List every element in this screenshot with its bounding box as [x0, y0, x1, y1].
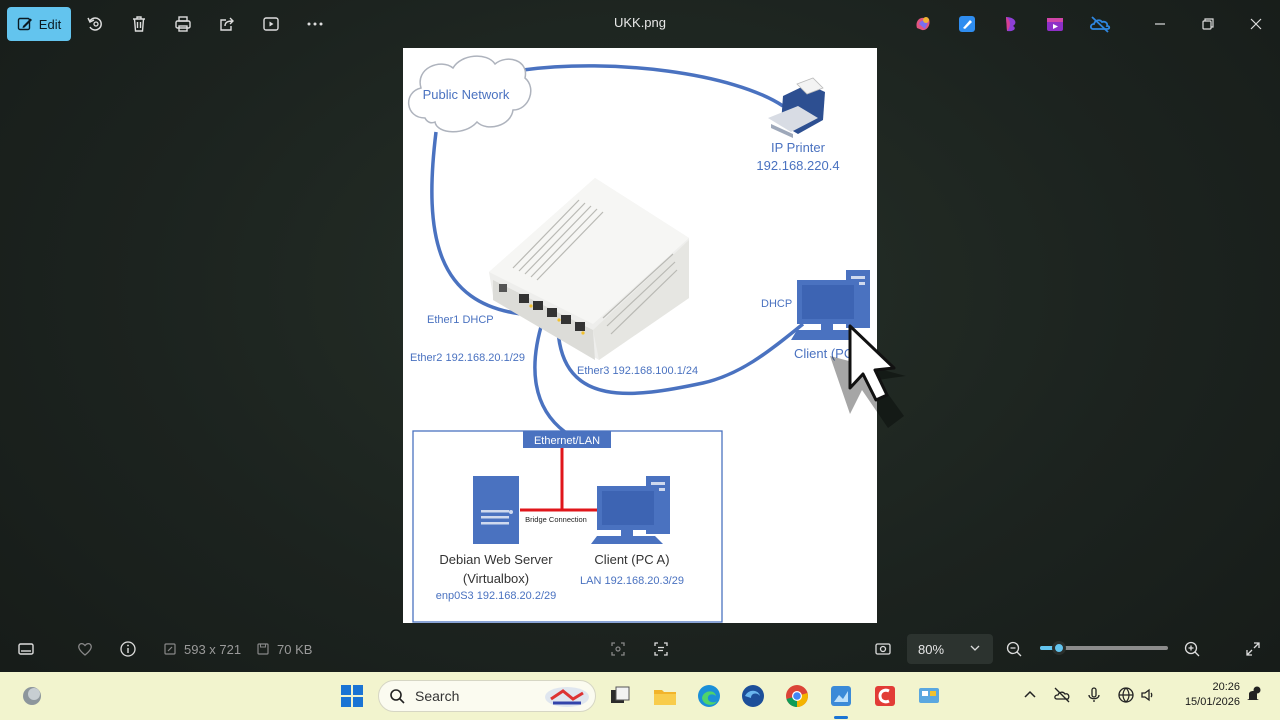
start-icon[interactable]: [338, 682, 366, 710]
microphone-icon[interactable]: [1085, 686, 1103, 704]
printer-ip: 192.168.220.4: [756, 158, 839, 173]
zoom-slider[interactable]: [1040, 641, 1168, 655]
network-icon[interactable]: [1117, 686, 1135, 704]
chevron-up-icon[interactable]: [1021, 686, 1039, 704]
chrome-icon[interactable]: [783, 682, 811, 710]
onedrive-sync-icon[interactable]: [1053, 686, 1071, 704]
edit-label: Edit: [38, 16, 62, 32]
network-diagram-image[interactable]: Public Network IP Printer 192.168.220.4: [403, 48, 877, 623]
print-icon[interactable]: [171, 12, 195, 36]
edge-icon[interactable]: [695, 682, 723, 710]
text-scan-icon[interactable]: [652, 639, 670, 659]
lan-box-label: Ethernet/LAN: [534, 435, 600, 447]
slideshow-icon[interactable]: [259, 12, 283, 36]
file-explorer-icon[interactable]: [651, 682, 679, 710]
minimize-icon[interactable]: [1148, 12, 1172, 36]
weather-widget-icon[interactable]: [21, 685, 43, 707]
zoom-slider-thumb[interactable]: [1052, 641, 1067, 655]
rotate-icon[interactable]: [83, 12, 107, 36]
fullscreen-icon[interactable]: [1244, 639, 1262, 659]
red-app-icon[interactable]: [871, 682, 899, 710]
server-label-1: Debian Web Server: [439, 552, 553, 567]
file-size-text: 70 KB: [277, 641, 313, 657]
search-icon: [390, 689, 405, 704]
copilot-icon[interactable]: [913, 14, 933, 34]
clipchamp-icon[interactable]: [1001, 14, 1021, 34]
printer-label: IP Printer: [771, 140, 826, 155]
favorite-icon[interactable]: [76, 639, 94, 659]
windows-taskbar: Search 20:26 15/01/2026: [0, 672, 1280, 720]
designer-icon[interactable]: [957, 14, 977, 34]
zoom-value: 80%: [918, 641, 945, 657]
delete-icon[interactable]: [127, 12, 151, 36]
clock-time: 20:26: [1212, 681, 1240, 693]
server-icon: [473, 476, 519, 544]
zoom-dropdown[interactable]: 80%: [907, 634, 993, 664]
onedrive-icon[interactable]: [1089, 14, 1111, 34]
task-view-icon[interactable]: [606, 682, 634, 710]
taskbar-clock[interactable]: 20:26 15/01/2026: [1170, 680, 1240, 710]
edit-button[interactable]: Edit: [7, 7, 71, 41]
taskbar-search[interactable]: Search: [378, 680, 596, 712]
share-icon[interactable]: [215, 12, 239, 36]
control-panel-icon[interactable]: [915, 682, 943, 710]
cable-cloud-printer: [522, 64, 784, 108]
bottom-bar: 593 x 721 70 KB 80%: [0, 626, 1280, 672]
ether3-label: Ether3 192.168.100.1/24: [577, 365, 698, 377]
ether2-label: Ether2 192.168.20.1/29: [410, 352, 525, 364]
edit-icon: [17, 17, 32, 31]
fit-to-window-icon[interactable]: [874, 639, 892, 659]
printer-icon: [768, 77, 825, 138]
app-swirl-icon[interactable]: [739, 682, 767, 710]
top-toolbar: Edit UKK.png: [0, 0, 1280, 48]
client-a-ip: LAN 192.168.20.3/29: [580, 575, 684, 587]
close-icon[interactable]: [1244, 12, 1268, 36]
server-ip: enp0S3 192.168.20.2/29: [436, 590, 557, 602]
dimensions-text: 593 x 721: [184, 641, 242, 657]
active-app-indicator: [834, 716, 848, 719]
video-editor-icon[interactable]: [1045, 14, 1065, 34]
notification-icon[interactable]: [1244, 686, 1262, 704]
save-icon: [257, 643, 269, 655]
dhcp-label: DHCP: [761, 298, 792, 310]
file-size-info: 70 KB: [255, 639, 312, 659]
network-diagram: Public Network IP Printer 192.168.220.4: [407, 55, 870, 623]
router-icon: [489, 178, 689, 360]
dimensions-info: 593 x 721: [162, 639, 241, 659]
zoom-in-icon[interactable]: [1183, 639, 1201, 659]
restore-icon[interactable]: [1196, 12, 1220, 36]
filmstrip-icon[interactable]: [17, 639, 35, 659]
mouse-cursor-icon: [830, 324, 906, 428]
search-highlight-icon: [545, 687, 589, 707]
photos-icon[interactable]: [827, 682, 855, 710]
zoom-out-icon[interactable]: [1005, 639, 1023, 659]
info-icon[interactable]: [119, 639, 137, 659]
chevron-down-icon: [970, 645, 980, 651]
bridge-label: Bridge Connection: [525, 515, 587, 524]
client-a-label: Client (PC A): [594, 552, 669, 567]
search-placeholder: Search: [415, 688, 460, 704]
select-region-icon[interactable]: [609, 639, 627, 659]
clock-date: 15/01/2026: [1184, 696, 1240, 708]
cloud-label: Public Network: [423, 87, 510, 102]
photos-app-window: Edit UKK.png Public Network IP Printer 1…: [0, 0, 1280, 672]
resolution-icon: [164, 643, 176, 655]
file-title: UKK.png: [613, 15, 667, 30]
server-label-2: (Virtualbox): [463, 571, 529, 586]
volume-icon[interactable]: [1139, 686, 1157, 704]
ether1-label: Ether1 DHCP: [427, 314, 494, 326]
more-icon[interactable]: [303, 12, 327, 36]
